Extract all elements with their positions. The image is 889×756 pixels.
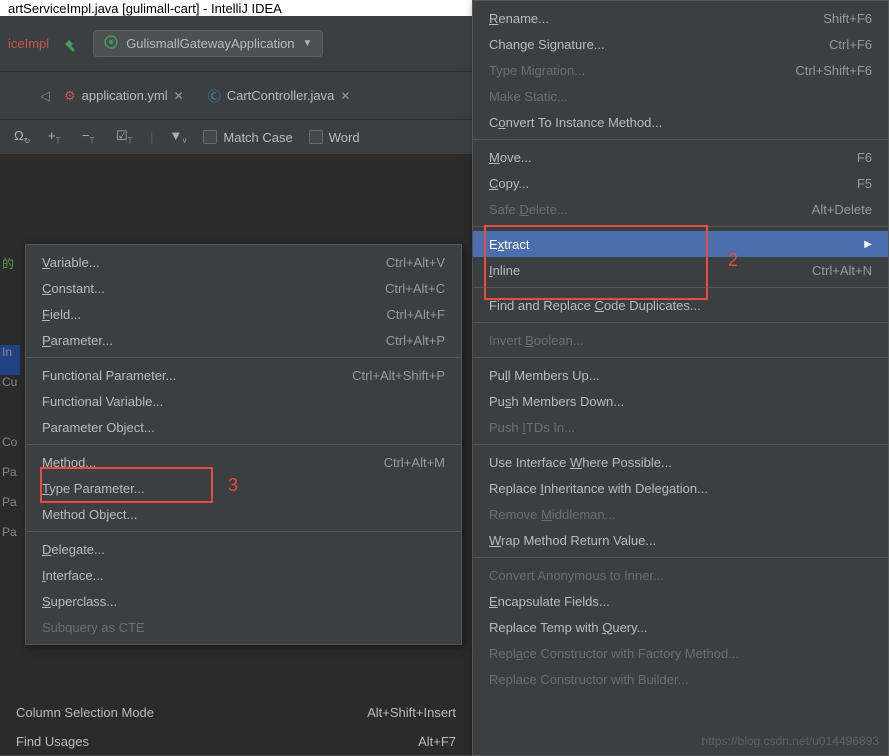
run-config-label: GulismallGatewayApplication (126, 36, 294, 51)
menu-item-move[interactable]: Move...F6 (473, 144, 888, 170)
menu-item-copy[interactable]: Copy...F5 (473, 170, 888, 196)
extract-submenu: Variable...Ctrl+Alt+VConstant...Ctrl+Alt… (25, 244, 462, 645)
menu-item-extract[interactable]: Extract▶ (473, 231, 888, 257)
find-usages[interactable]: Find Usages Alt+F7 (0, 727, 472, 756)
menu-item-push-members-down[interactable]: Push Members Down... (473, 388, 888, 414)
match-case-label: Match Case (223, 130, 292, 145)
menu-item-method[interactable]: Method...Ctrl+Alt+M (26, 449, 461, 475)
menu-item-use-interface-where-possible[interactable]: Use Interface Where Possible... (473, 449, 888, 475)
tab-cartcontroller[interactable]: Ⓒ CartController.java ✕ (198, 80, 361, 111)
tab-application-yml[interactable]: ⚙ application.yml ✕ (54, 82, 194, 110)
menu-separator (26, 357, 461, 358)
menu-item-type-migration: Type Migration...Ctrl+Shift+F6 (473, 57, 888, 83)
words-option[interactable]: Word (309, 130, 360, 145)
menu-item-superclass[interactable]: Superclass... (26, 588, 461, 614)
chevron-down-icon: ▼ (303, 38, 313, 49)
refactor-menu: Rename...Shift+F6Change Signature...Ctrl… (472, 0, 889, 756)
breadcrumb: iceImpl (8, 36, 49, 51)
java-icon: Ⓒ (208, 86, 221, 105)
submenu-arrow-icon: ▶ (864, 239, 872, 250)
menu-item-replace-constructor-with-factory-method: Replace Constructor with Factory Method.… (473, 640, 888, 666)
menu-item-functional-variable[interactable]: Functional Variable... (26, 388, 461, 414)
words-label: Word (329, 130, 360, 145)
yml-icon: ⚙ (64, 88, 76, 104)
bottom-context-items: Column Selection Mode Alt+Shift+Insert F… (0, 698, 472, 756)
menu-separator (473, 557, 888, 558)
menu-item-encapsulate-fields[interactable]: Encapsulate Fields... (473, 588, 888, 614)
menu-item-delegate[interactable]: Delegate... (26, 536, 461, 562)
filter-icon[interactable]: ▼˅ (169, 128, 187, 146)
match-case-option[interactable]: Match Case (203, 130, 292, 145)
menu-item-subquery-as-cte: Subquery as CTE (26, 614, 461, 640)
menu-separator (473, 357, 888, 358)
menu-item-safe-delete: Safe Delete...Alt+Delete (473, 196, 888, 222)
menu-item-variable[interactable]: Variable...Ctrl+Alt+V (26, 249, 461, 275)
omega-icon[interactable]: Ω↻ (14, 128, 32, 146)
menu-item-pull-members-up[interactable]: Pull Members Up... (473, 362, 888, 388)
menu-item-remove-middleman: Remove Middleman... (473, 501, 888, 527)
menu-item-convert-to-instance-method[interactable]: Convert To Instance Method... (473, 109, 888, 135)
column-selection-mode[interactable]: Column Selection Mode Alt+Shift+Insert (0, 698, 472, 727)
tab-label: CartController.java (227, 88, 335, 103)
hammer-icon[interactable] (63, 36, 79, 52)
menu-item-replace-constructor-with-builder: Replace Constructor with Builder... (473, 666, 888, 692)
menu-item-interface[interactable]: Interface... (26, 562, 461, 588)
checkbox-icon (203, 130, 217, 144)
menu-item-wrap-method-return-value[interactable]: Wrap Method Return Value... (473, 527, 888, 553)
menu-item-push-itds-in: Push ITDs In... (473, 414, 888, 440)
menu-item-method-object[interactable]: Method Object... (26, 501, 461, 527)
menu-item-make-static: Make Static... (473, 83, 888, 109)
close-icon[interactable]: ✕ (174, 89, 184, 103)
menu-item-convert-anonymous-to-inner: Convert Anonymous to Inner... (473, 562, 888, 588)
menu-item-functional-parameter[interactable]: Functional Parameter...Ctrl+Alt+Shift+P (26, 362, 461, 388)
menu-item-parameter-object[interactable]: Parameter Object... (26, 414, 461, 440)
editor-gutter: 的 In Cu Co Pa Pa Pa (0, 155, 20, 555)
menu-separator (26, 444, 461, 445)
run-config-selector[interactable]: GulismallGatewayApplication ▼ (93, 30, 323, 57)
menu-separator (26, 531, 461, 532)
menu-item-replace-temp-with-query[interactable]: Replace Temp with Query... (473, 614, 888, 640)
menu-item-parameter[interactable]: Parameter...Ctrl+Alt+P (26, 327, 461, 353)
checkbox-icon (309, 130, 323, 144)
menu-item-replace-inheritance-with-delegation[interactable]: Replace Inheritance with Delegation... (473, 475, 888, 501)
remove-occurrence-icon[interactable]: −⟙ (82, 128, 100, 146)
menu-separator (473, 287, 888, 288)
select-all-icon[interactable]: ☑⟙ (116, 128, 134, 146)
menu-item-constant[interactable]: Constant...Ctrl+Alt+C (26, 275, 461, 301)
menu-item-type-parameter[interactable]: Type Parameter... (26, 475, 461, 501)
menu-item-change-signature[interactable]: Change Signature...Ctrl+F6 (473, 31, 888, 57)
menu-item-find-and-replace-code-duplicates[interactable]: Find and Replace Code Duplicates... (473, 292, 888, 318)
menu-item-inline[interactable]: InlineCtrl+Alt+N (473, 257, 888, 283)
tab-label: application.yml (82, 88, 168, 103)
menu-separator (473, 226, 888, 227)
menu-item-rename[interactable]: Rename...Shift+F6 (473, 5, 888, 31)
menu-separator (473, 444, 888, 445)
watermark: https://blog.csdn.net/u014496893 (702, 734, 879, 748)
menu-item-field[interactable]: Field...Ctrl+Alt+F (26, 301, 461, 327)
menu-separator (473, 139, 888, 140)
close-icon[interactable]: ✕ (340, 89, 350, 103)
run-icon (104, 35, 118, 52)
add-occurrence-icon[interactable]: +⟙ (48, 128, 66, 146)
menu-item-invert-boolean: Invert Boolean... (473, 327, 888, 353)
menu-separator (473, 322, 888, 323)
tab-prev-icon[interactable]: ◁ (40, 88, 50, 104)
